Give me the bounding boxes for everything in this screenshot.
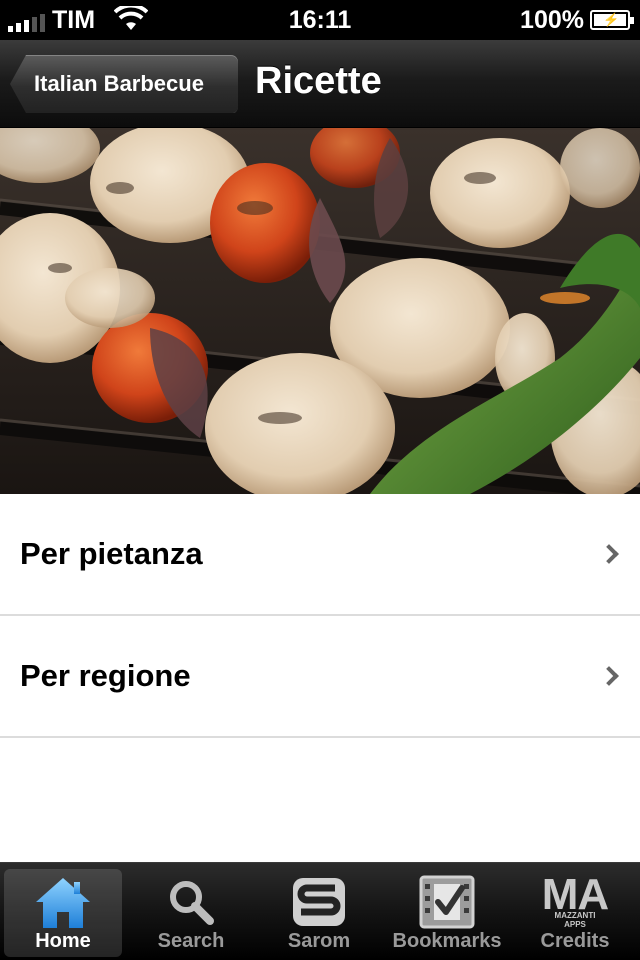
back-button-label: Italian Barbecue — [34, 71, 204, 96]
tab-search[interactable]: Search — [132, 869, 250, 957]
mazzanti-apps-logo-icon: MA MAZZANTI APPS — [541, 870, 609, 931]
tab-bookmarks[interactable]: Bookmarks — [388, 869, 506, 957]
tab-label: Credits — [540, 930, 610, 952]
list-item-per-regione[interactable]: Per regione — [0, 616, 640, 738]
page-title: Ricette — [255, 60, 382, 102]
battery-percentage: 100% — [520, 6, 584, 34]
house-icon — [33, 873, 93, 931]
tab-sarom[interactable]: Sarom — [260, 869, 378, 957]
list-item-label: Per pietanza — [20, 536, 203, 571]
tab-label: Sarom — [287, 930, 351, 952]
battery-icon: ⚡ — [590, 10, 634, 30]
hero-image — [0, 128, 640, 494]
list-item-per-pietanza[interactable]: Per pietanza — [0, 494, 640, 616]
tab-home[interactable]: Home — [4, 869, 122, 957]
magnifier-icon — [161, 873, 221, 931]
credits-logo-sub: MAZZANTI APPS — [554, 911, 596, 929]
tab-bar: Home Search Sarom Bookmarks MA MAZZANTI … — [0, 862, 640, 960]
checkbox-icon — [417, 873, 477, 931]
tab-label: Home — [35, 930, 91, 952]
credits-logo-main: MA — [541, 870, 609, 919]
recipe-category-list: Per pietanza Per regione — [0, 494, 640, 738]
tab-credits[interactable]: MA MAZZANTI APPS Credits — [516, 869, 634, 957]
tab-label: Bookmarks — [392, 930, 502, 952]
back-button[interactable]: Italian Barbecue — [10, 55, 238, 113]
chevron-right-icon — [599, 666, 619, 686]
list-item-label: Per regione — [20, 658, 191, 693]
navigation-bar: Italian Barbecue Ricette — [0, 40, 640, 128]
status-bar: TIM 16:11 100% ⚡ — [0, 0, 640, 40]
chevron-right-icon — [599, 544, 619, 564]
sarom-logo-icon — [289, 873, 349, 931]
tab-label: Search — [157, 930, 225, 952]
